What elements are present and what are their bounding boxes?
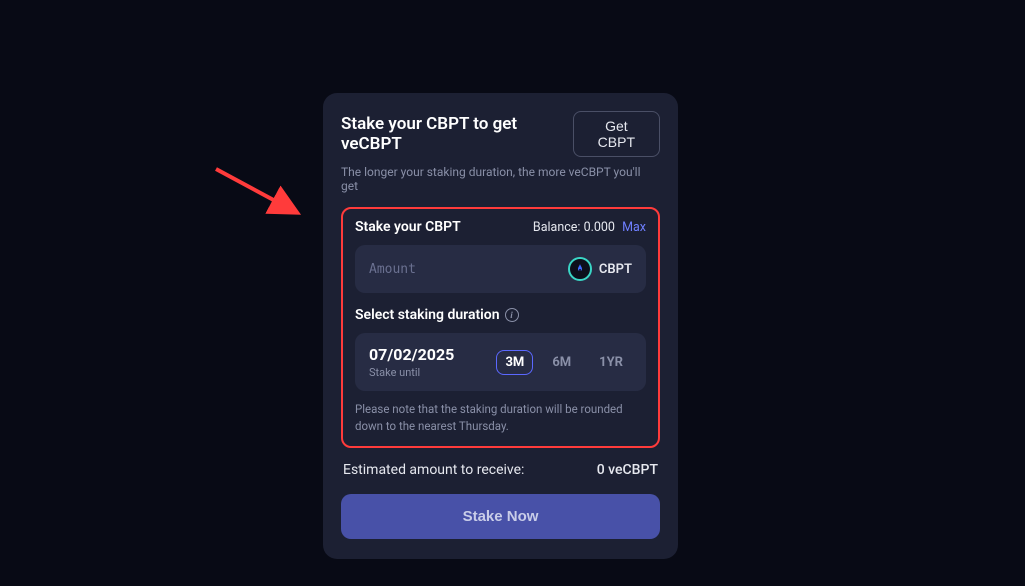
card-header: Stake your CBPT to get veCBPT Get CBPT <box>341 111 660 157</box>
stake-card: Stake your CBPT to get veCBPT Get CBPT T… <box>323 93 678 559</box>
highlighted-section: Stake your CBPT Balance: 0.000 Max CBPT … <box>341 207 660 448</box>
duration-option-6m[interactable]: 6M <box>543 350 580 375</box>
duration-label: Select staking duration <box>355 307 500 323</box>
card-subtitle: The longer your staking duration, the mo… <box>341 165 660 193</box>
estimate-row: Estimated amount to receive: 0 veCBPT <box>341 462 660 478</box>
info-icon[interactable]: i <box>505 308 519 322</box>
stake-until-column: 07/02/2025 Stake until <box>369 345 454 379</box>
stake-until-date: 07/02/2025 <box>369 345 454 364</box>
duration-option-3m[interactable]: 3M <box>496 350 533 375</box>
duration-label-row: Select staking duration i <box>355 307 646 323</box>
duration-pill-group: 3M 6M 1YR <box>496 350 632 375</box>
estimate-value: 0 veCBPT <box>597 462 658 478</box>
amount-input-box: CBPT <box>355 245 646 293</box>
amount-input[interactable] <box>369 262 527 277</box>
duration-option-1yr[interactable]: 1YR <box>590 350 632 375</box>
cbpt-token-icon <box>568 257 592 281</box>
estimate-label: Estimated amount to receive: <box>343 462 524 478</box>
stake-now-button[interactable]: Stake Now <box>341 494 660 539</box>
duration-note: Please note that the staking duration wi… <box>355 401 646 434</box>
stake-amount-label: Stake your CBPT <box>355 219 461 235</box>
annotation-arrow-icon <box>212 163 307 223</box>
balance-value: 0.000 <box>584 220 615 235</box>
duration-box: 07/02/2025 Stake until 3M 6M 1YR <box>355 333 646 391</box>
token-symbol: CBPT <box>599 262 632 277</box>
token-chip: CBPT <box>568 257 632 281</box>
card-title: Stake your CBPT to get veCBPT <box>341 114 573 154</box>
get-cbpt-button[interactable]: Get CBPT <box>573 111 660 157</box>
stake-header-row: Stake your CBPT Balance: 0.000 Max <box>355 219 646 235</box>
stake-until-caption: Stake until <box>369 366 454 379</box>
balance-display: Balance: 0.000 Max <box>533 220 646 235</box>
max-button[interactable]: Max <box>622 220 646 235</box>
balance-label: Balance: <box>533 220 581 235</box>
